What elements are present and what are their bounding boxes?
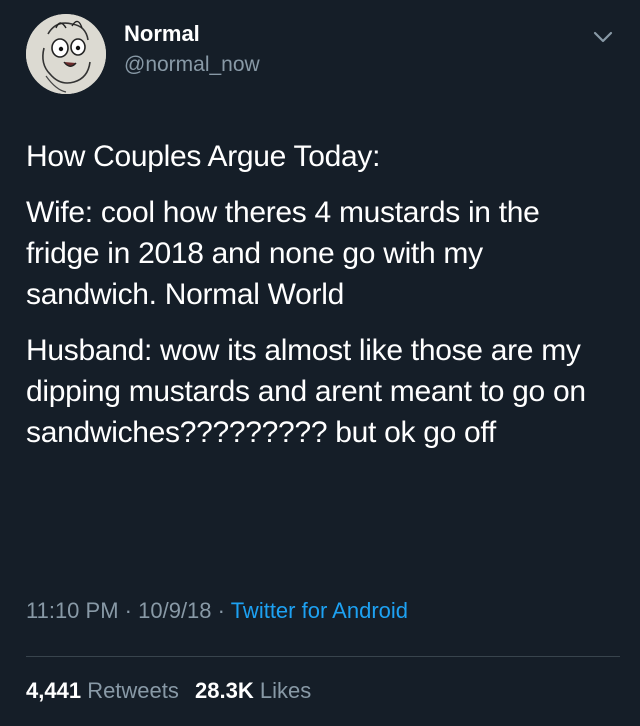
- chevron-down-icon[interactable]: [592, 28, 614, 46]
- likes-label: Likes: [259, 678, 312, 703]
- divider: [26, 656, 620, 657]
- tweet-metadata: 11:10 PM · 10/9/18 · Twitter for Android: [26, 598, 408, 624]
- author-handle[interactable]: @normal_now: [124, 53, 260, 77]
- meta-separator: ·: [217, 598, 225, 623]
- likes-stat[interactable]: 28.3K Likes: [195, 678, 311, 704]
- retweets-stat[interactable]: 4,441 Retweets: [26, 678, 179, 704]
- avatar[interactable]: [26, 14, 106, 94]
- tweet-date: 10/9/18: [138, 598, 212, 623]
- retweets-label: Retweets: [87, 678, 179, 703]
- tweet-source-link[interactable]: Twitter for Android: [231, 598, 408, 623]
- tweet-text: How Couples Argue Today: Wife: cool how …: [26, 136, 620, 468]
- engagement-stats: 4,441 Retweets 28.3K Likes: [26, 678, 321, 704]
- tweet-paragraph: Wife: cool how theres 4 mustards in the …: [26, 196, 540, 311]
- tweet-paragraph: Husband: wow its almost like those are m…: [26, 334, 586, 449]
- meta-separator: ·: [124, 598, 132, 623]
- likes-count: 28.3K: [195, 678, 254, 703]
- retweets-count: 4,441: [26, 678, 82, 703]
- tweet-time: 11:10 PM: [26, 598, 119, 623]
- tweet-card: Normal @normal_now How Couples Argue Tod…: [0, 0, 640, 726]
- author-display-name[interactable]: Normal: [124, 21, 200, 47]
- tweet-paragraph: How Couples Argue Today:: [26, 140, 381, 173]
- cartoon-face-avatar-icon: [26, 14, 106, 94]
